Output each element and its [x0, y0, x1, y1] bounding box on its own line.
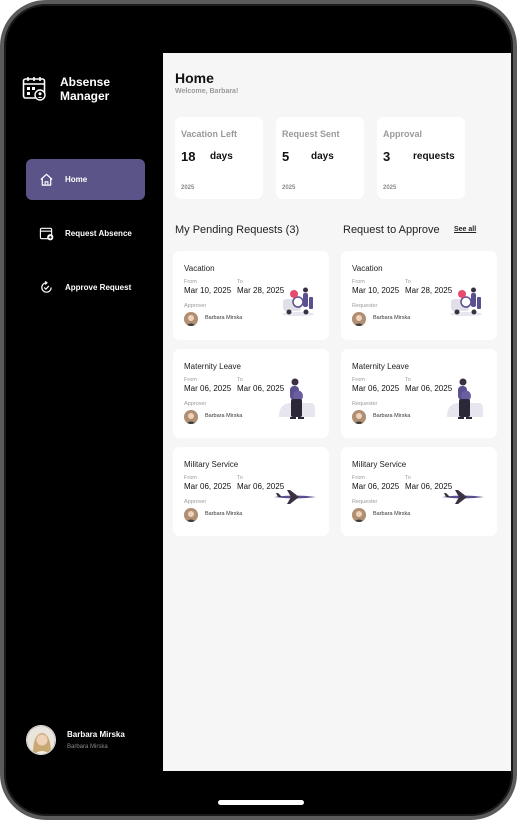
home-indicator[interactable]	[218, 800, 304, 805]
profile-subtitle: Barbara Mirska	[67, 744, 108, 750]
approver-label: Approver	[184, 499, 207, 505]
avatar	[184, 312, 198, 326]
stat-year: 2025	[181, 185, 195, 191]
pending-request-card-vacation[interactable]: Vacation From To Mar 10, 2025 Mar 28, 20…	[173, 251, 329, 340]
from-date: Mar 06, 2025	[184, 384, 232, 393]
requester-label: Requester	[352, 499, 378, 505]
stat-unit: requests	[413, 151, 455, 162]
stat-value: 3	[383, 149, 391, 164]
from-label: From	[184, 377, 197, 383]
approve-request-card-maternity[interactable]: Maternity Leave From To Mar 06, 2025 Mar…	[341, 349, 497, 438]
approver-label: Approver	[184, 303, 207, 309]
approve-refresh-icon	[38, 280, 54, 296]
requester-name: Barbara Mirska	[373, 315, 411, 321]
from-label: From	[184, 475, 197, 481]
brand: Absense Manager	[22, 75, 120, 103]
maternity-illustration	[279, 378, 315, 419]
user-profile[interactable]: Barbara Mirska Barbara Mirska	[26, 725, 125, 755]
app-screen: Absense Manager Home Request Absence App…	[10, 53, 511, 771]
requester-label: Requester	[352, 401, 378, 407]
main-content: Home Welcome, Barbara! Vacation Left 18 …	[163, 53, 511, 771]
vacation-illustration	[450, 287, 482, 316]
to-label: To	[405, 279, 411, 285]
stat-title: Request Sent	[282, 129, 340, 139]
sidebar-item-label: Request Absence	[65, 229, 132, 238]
device-frame: Absense Manager Home Request Absence App…	[0, 0, 517, 820]
request-type: Military Service	[184, 460, 239, 469]
stat-title: Approval	[383, 129, 423, 139]
from-label: From	[352, 377, 365, 383]
stat-value: 5	[282, 149, 290, 164]
approver-name: Barbara Mirska	[205, 315, 243, 321]
airplane-illustration	[274, 490, 316, 504]
app-title-line1: Absense	[60, 75, 111, 89]
from-date: Mar 10, 2025	[352, 286, 400, 295]
from-date: Mar 06, 2025	[184, 482, 232, 491]
from-label: From	[184, 279, 197, 285]
approver-name: Barbara Mirska	[205, 511, 243, 517]
vacation-illustration	[282, 287, 314, 316]
avatar	[26, 725, 56, 755]
to-label: To	[237, 475, 243, 481]
from-date: Mar 06, 2025	[352, 482, 400, 491]
stat-unit: days	[311, 151, 334, 162]
calendar-user-icon	[22, 76, 46, 102]
avatar	[184, 410, 198, 424]
approver-name: Barbara Mirska	[205, 413, 243, 419]
to-date: Mar 28, 2025	[405, 286, 453, 295]
stat-year: 2025	[383, 185, 397, 191]
from-date: Mar 06, 2025	[352, 384, 400, 393]
maternity-illustration	[447, 378, 483, 419]
requester-label: Requester	[352, 303, 378, 309]
to-label: To	[237, 377, 243, 383]
requests-to-approve-title: Request to Approve	[343, 224, 440, 236]
avatar	[352, 508, 366, 522]
approve-request-card-military[interactable]: Military Service From To Mar 06, 2025 Ma…	[341, 447, 497, 536]
pending-requests-title: My Pending Requests (3)	[175, 224, 300, 236]
sidebar-item-approve-request[interactable]: Approve Request	[26, 267, 145, 308]
stat-card-vacation-left[interactable]: Vacation Left 18 days 2025	[175, 117, 263, 199]
from-label: From	[352, 475, 365, 481]
sidebar-item-label: Approve Request	[65, 283, 132, 292]
to-label: To	[405, 377, 411, 383]
approve-request-card-vacation[interactable]: Vacation From To Mar 10, 2025 Mar 28, 20…	[341, 251, 497, 340]
avatar	[352, 410, 366, 424]
sidebar-item-home[interactable]: Home	[26, 159, 145, 200]
from-label: From	[352, 279, 365, 285]
sidebar-item-request-absence[interactable]: Request Absence	[26, 213, 145, 254]
airplane-illustration	[442, 490, 484, 504]
to-date: Mar 28, 2025	[237, 286, 285, 295]
requester-name: Barbara Mirska	[373, 413, 411, 419]
to-label: To	[237, 279, 243, 285]
stat-card-request-sent[interactable]: Request Sent 5 days 2025	[276, 117, 364, 199]
approver-label: Approver	[184, 401, 207, 407]
from-date: Mar 10, 2025	[184, 286, 232, 295]
see-all-link[interactable]: See all	[454, 226, 476, 233]
stat-title: Vacation Left	[181, 129, 238, 139]
sidebar: Absense Manager Home Request Absence App…	[10, 53, 163, 771]
welcome-text: Welcome, Barbara!	[175, 88, 239, 95]
to-label: To	[405, 475, 411, 481]
calendar-add-icon	[38, 226, 54, 242]
stat-unit: days	[210, 151, 233, 162]
sidebar-item-label: Home	[65, 175, 88, 184]
avatar	[352, 312, 366, 326]
request-type: Maternity Leave	[184, 362, 241, 371]
request-type: Military Service	[352, 460, 407, 469]
app-title: Absense Manager	[60, 75, 120, 103]
home-icon	[38, 172, 54, 188]
app-title-line2: Manager	[60, 89, 110, 103]
stat-year: 2025	[282, 185, 296, 191]
profile-name: Barbara Mirska	[67, 730, 125, 739]
pending-request-card-maternity[interactable]: Maternity Leave From To Mar 06, 2025 Mar…	[173, 349, 329, 438]
avatar	[184, 508, 198, 522]
request-type: Maternity Leave	[352, 362, 409, 371]
request-type: Vacation	[352, 264, 383, 273]
pending-request-card-military[interactable]: Military Service From To Mar 06, 2025 Ma…	[173, 447, 329, 536]
requester-name: Barbara Mirska	[373, 511, 411, 517]
stat-value: 18	[181, 149, 196, 164]
stat-card-approval[interactable]: Approval 3 requests 2025	[377, 117, 465, 199]
request-type: Vacation	[184, 264, 215, 273]
page-title: Home	[175, 70, 214, 86]
